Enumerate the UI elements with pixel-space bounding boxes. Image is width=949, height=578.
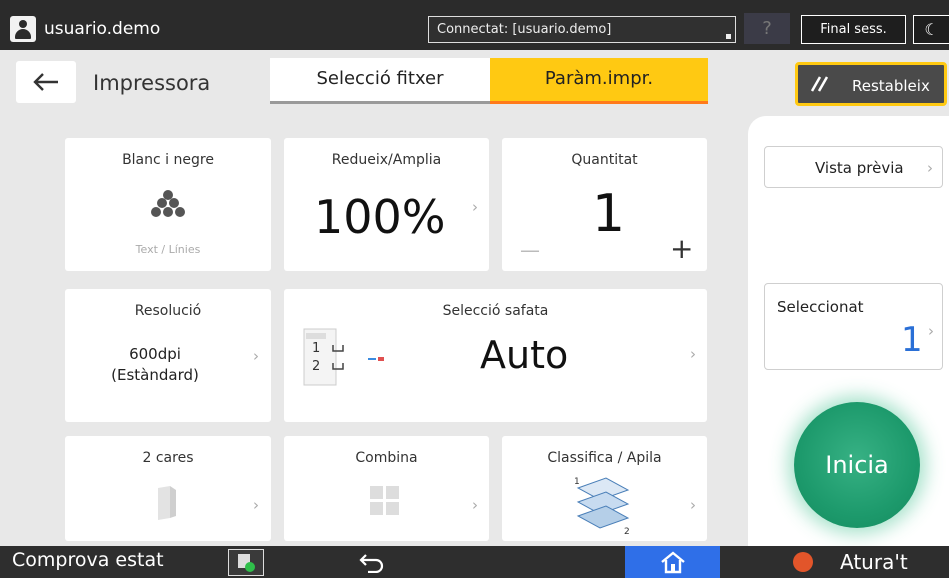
tray-selection-title: Selecció safata — [442, 303, 549, 319]
combine-title: Combina — [355, 450, 418, 466]
selected-count: 1 — [901, 320, 923, 360]
start-button[interactable]: Inicia — [794, 402, 920, 528]
duplex-title: 2 cares — [142, 450, 194, 466]
stop-icon[interactable] — [793, 552, 813, 572]
svg-text:1: 1 — [574, 477, 580, 487]
tab-print-settings[interactable]: Paràm.impr. — [490, 58, 708, 104]
user-icon — [10, 16, 36, 42]
quantity-tile[interactable]: Quantitat 1 — + — [502, 138, 707, 271]
home-button[interactable] — [625, 546, 720, 578]
reset-button[interactable]: Restableix — [795, 62, 947, 106]
arrow-left-icon — [33, 73, 58, 91]
back-button[interactable] — [16, 61, 76, 103]
resolution-tile[interactable]: Resolució 600dpi (Estàndard) › — [65, 289, 271, 422]
preview-label: Vista prèvia — [815, 159, 904, 177]
duplex-tile[interactable]: 2 cares › — [65, 436, 271, 541]
chevron-right-icon: › — [253, 347, 259, 365]
color-mode-subtitle: Text / Línies — [135, 243, 201, 256]
tab-file-selection[interactable]: Selecció fitxer — [270, 58, 490, 104]
quantity-plus-button[interactable]: + — [670, 232, 693, 265]
logout-button[interactable]: Final sess. — [801, 15, 906, 44]
sort-stack-title: Classifica / Apila — [547, 450, 662, 466]
chevron-right-icon: › — [253, 496, 259, 514]
duplex-page-icon — [158, 486, 176, 520]
tray-slots-icon — [332, 345, 384, 370]
preview-button[interactable]: Vista prèvia › — [764, 146, 943, 188]
tray-selection-tile[interactable]: Selecció safata 1 2 Auto › — [284, 289, 707, 422]
username: usuario.demo — [44, 19, 161, 39]
color-mode-tile[interactable]: Blanc i negre Text / Línies — [65, 138, 271, 271]
undo-arrow-icon — [359, 554, 384, 574]
selected-label: Seleccionat — [777, 298, 864, 316]
resolution-value: 600dpi — [129, 345, 181, 363]
energy-saver-button[interactable]: ☾ — [913, 15, 949, 44]
toner-dots-icon — [151, 190, 185, 217]
connection-status[interactable]: Connectat: [usuario.demo] — [428, 16, 736, 43]
check-status-button[interactable]: Comprova estat — [12, 549, 164, 571]
chevron-right-icon: › — [472, 496, 478, 514]
tray-value: Auto — [480, 333, 569, 377]
scale-title: Redueix/Amplia — [331, 152, 442, 168]
scale-value: 100% — [314, 190, 446, 244]
chevron-right-icon: › — [927, 159, 933, 177]
selected-files-box[interactable]: Seleccionat 1 › — [764, 283, 943, 370]
quantity-title: Quantitat — [571, 152, 638, 168]
page-title: Impressora — [93, 71, 211, 95]
tray-2-label: 2 — [312, 359, 321, 374]
reset-label: Restableix — [852, 77, 930, 95]
user-info[interactable]: usuario.demo — [10, 16, 160, 42]
resolution-mode: (Estàndard) — [111, 366, 199, 384]
combine-tile[interactable]: Combina › — [284, 436, 489, 541]
home-icon — [661, 551, 685, 574]
status-indicator-icon[interactable] — [228, 549, 264, 576]
chevron-right-icon: › — [690, 496, 696, 514]
chevron-right-icon: › — [472, 198, 478, 216]
sort-stack-icon: 2 1 — [574, 477, 630, 536]
combine-grid-icon — [370, 486, 399, 515]
chevron-right-icon: › — [928, 322, 934, 340]
chevron-right-icon: › — [690, 345, 696, 363]
reset-icon — [810, 76, 829, 92]
sort-stack-tile[interactable]: Classifica / Apila 2 1 › — [502, 436, 707, 541]
resolution-title: Resolució — [134, 303, 202, 319]
color-mode-title: Blanc i negre — [122, 152, 214, 168]
scale-tile[interactable]: Redueix/Amplia 100% › — [284, 138, 489, 271]
moon-icon: ☾ — [924, 20, 939, 39]
connection-text: Connectat: [usuario.demo] — [437, 22, 612, 37]
expand-corner-icon — [726, 34, 731, 39]
quantity-value: 1 — [592, 184, 626, 244]
stop-button[interactable]: Atura't — [840, 550, 908, 574]
return-button[interactable] — [358, 551, 386, 577]
tray-1-label: 1 — [312, 341, 321, 356]
quantity-minus-button[interactable]: — — [520, 238, 540, 262]
svg-text:2: 2 — [624, 527, 630, 536]
help-button[interactable]: ? — [744, 13, 790, 44]
